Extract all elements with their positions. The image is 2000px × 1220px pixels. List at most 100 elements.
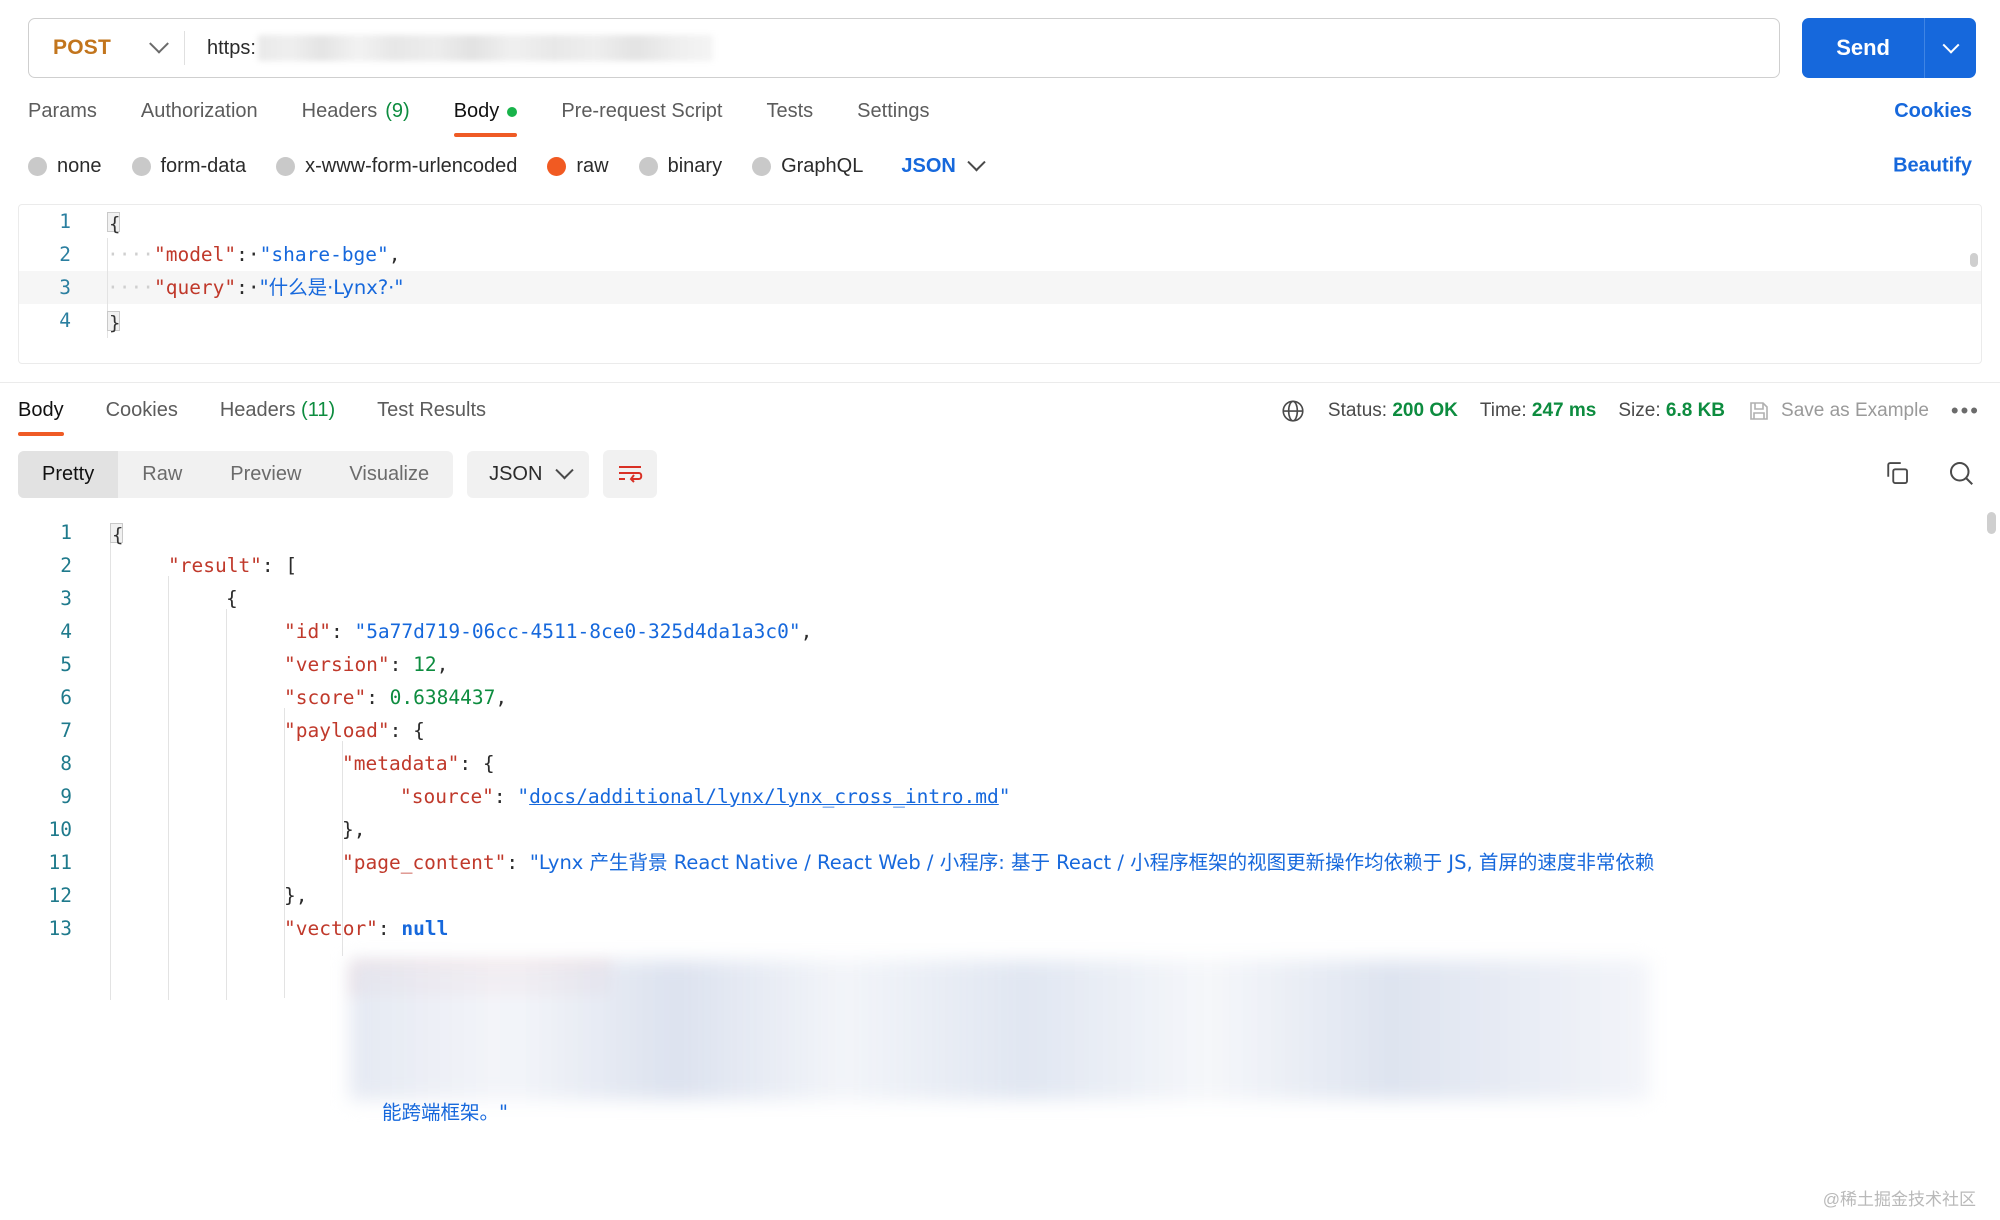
- tab-pre-request-script[interactable]: Pre-request Script: [561, 100, 722, 137]
- view-mode-visualize[interactable]: Visualize: [325, 451, 453, 498]
- code-line: 9 "source": "docs/additional/lynx/lynx_cr…: [0, 780, 2000, 813]
- code-content: [89, 205, 122, 241]
- code-token: "payload": [284, 719, 390, 742]
- body-type-graphql[interactable]: GraphQL: [752, 155, 863, 178]
- size-label: Size:: [1618, 400, 1661, 421]
- code-line: 7 "payload": {: [0, 714, 2000, 747]
- line-number: 2: [59, 243, 71, 266]
- code-token: "page_content": [342, 851, 507, 874]
- code-token: "Lynx 产生背景 React Native / React Web / 小程…: [529, 851, 1655, 874]
- response-meta: Status: 200 OK Time: 247 ms Size: 6.8 KB…: [1280, 398, 1980, 424]
- tab-tests[interactable]: Tests: [766, 100, 813, 137]
- save-as-example-label: Save as Example: [1781, 400, 1929, 421]
- cookies-link[interactable]: Cookies: [1894, 100, 1972, 123]
- tab-label: Pre-request Script: [561, 100, 723, 122]
- tab-count-badge: (11): [301, 399, 336, 421]
- save-as-example-button[interactable]: Save as Example: [1747, 399, 1929, 423]
- tab-settings[interactable]: Settings: [857, 100, 929, 137]
- view-mode-pretty[interactable]: Pretty: [18, 450, 119, 498]
- send-options-button[interactable]: [1924, 18, 1976, 78]
- code-content: "page_content": "Lynx 产生背景 React Native …: [92, 846, 1654, 879]
- line-number: 9: [60, 785, 72, 808]
- response-more-options-icon[interactable]: •••: [1951, 398, 1980, 424]
- code-line: 8 "metadata": {: [0, 747, 2000, 780]
- source-link[interactable]: docs/additional/lynx/lynx_cross_intro.md: [529, 785, 999, 808]
- code-token: ····: [107, 243, 154, 266]
- beautify-button[interactable]: Beautify: [1893, 154, 1972, 177]
- body-type-label: GraphQL: [781, 155, 864, 177]
- code-token: null: [401, 917, 449, 940]
- line-number: 2: [60, 554, 72, 577]
- search-icon[interactable]: [1946, 458, 1976, 488]
- response-body-viewer[interactable]: 12"result": [3{4"id": "5a77d719-06cc-451…: [0, 510, 2000, 1000]
- body-type-raw[interactable]: raw: [547, 155, 609, 178]
- raw-format-select[interactable]: JSON: [901, 153, 986, 178]
- body-type-binary[interactable]: binary: [638, 155, 722, 178]
- line-number: 6: [60, 686, 72, 709]
- tab-headers[interactable]: Headers (9): [302, 100, 410, 137]
- request-editor-scrollbar[interactable]: [1970, 253, 1978, 267]
- code-token: "version": [284, 653, 390, 676]
- fold-marker-icon[interactable]: [110, 519, 123, 552]
- http-method-select[interactable]: POST: [29, 19, 184, 77]
- request-body-editor[interactable]: 12····"model":·"share-bge",3····"query":…: [18, 204, 1982, 364]
- code-token: ,: [436, 653, 449, 676]
- tab-label: Headers: [219, 399, 296, 421]
- view-mode-preview[interactable]: Preview: [206, 451, 325, 498]
- fold-marker-icon[interactable]: [107, 307, 120, 340]
- code-token: :: [366, 686, 390, 709]
- view-mode-label: Raw: [142, 462, 183, 485]
- code-line: 3{: [0, 582, 2000, 615]
- code-token: "id": [284, 620, 331, 643]
- code-token: {: [226, 587, 238, 610]
- send-button[interactable]: Send: [1802, 18, 1924, 78]
- response-format-select[interactable]: JSON: [467, 450, 590, 498]
- radio-icon: [752, 157, 772, 176]
- code-token: "5a77d719-06cc-4511-8ce0-325d4da1a3c0": [354, 620, 801, 643]
- view-mode-label: Pretty: [42, 462, 95, 485]
- page-content-tail: 能跨端框架。": [382, 1096, 508, 1129]
- code-token: :: [389, 653, 414, 676]
- page-content-tail-text: 能跨端框架。": [382, 1101, 508, 1124]
- body-type-form-data[interactable]: form-data: [131, 155, 246, 178]
- view-mode-raw[interactable]: Raw: [118, 451, 206, 498]
- code-content: "metadata": {: [92, 747, 495, 780]
- code-line: 12},: [0, 879, 2000, 912]
- code-token: ,: [388, 243, 401, 266]
- tab-body[interactable]: Body: [453, 100, 518, 137]
- tab-authorization[interactable]: Authorization: [141, 100, 258, 137]
- radio-icon: [638, 157, 658, 176]
- copy-icon[interactable]: [1882, 458, 1912, 488]
- tab-params[interactable]: Params: [28, 100, 97, 137]
- word-wrap-toggle[interactable]: [603, 450, 658, 498]
- size-value: 6.8 KB: [1665, 400, 1726, 421]
- code-token: :: [506, 851, 530, 874]
- url-input[interactable]: https:: [185, 19, 1779, 77]
- body-type-label: raw: [576, 155, 609, 177]
- chevron-down-icon: [967, 153, 986, 172]
- response-tab-test-results[interactable]: Test Results: [377, 399, 486, 436]
- url-field[interactable]: POST https:: [28, 18, 1781, 78]
- code-content: "source": "docs/additional/lynx/lynx_cro…: [92, 780, 1011, 813]
- time-value: 247 ms: [1531, 400, 1597, 421]
- code-content: "version": 12,: [92, 648, 448, 681]
- url-bar: POST https: Send: [0, 0, 2000, 78]
- view-mode-label: Visualize: [349, 462, 430, 485]
- response-tab-cookies[interactable]: Cookies: [106, 399, 178, 436]
- view-mode-label: Preview: [230, 462, 302, 485]
- response-scrollbar[interactable]: [1987, 512, 1996, 534]
- body-type-none[interactable]: none: [28, 155, 102, 178]
- response-tab-body[interactable]: Body: [18, 399, 64, 436]
- code-line: 2 ····"model":·"share-bge",: [19, 238, 1981, 271]
- watermark: @稀土掘金技术社区: [1822, 1190, 1976, 1209]
- code-line: 4 "id": "5a77d719-06cc-4511-8ce0-325d4da1…: [0, 615, 2000, 648]
- tab-label: Authorization: [140, 100, 258, 122]
- code-token: },: [342, 818, 366, 841]
- code-line: 6 "score": 0.6384437,: [0, 681, 2000, 714]
- tab-label: Body: [18, 399, 64, 421]
- body-type-x-www-form-urlencoded[interactable]: x-www-form-urlencoded: [276, 155, 517, 178]
- code-token: "share-bge": [259, 243, 389, 266]
- code-line: 2 "result": [: [0, 549, 2000, 582]
- response-tab-headers[interactable]: Headers (11): [220, 399, 335, 436]
- fold-marker-icon[interactable]: [107, 208, 120, 241]
